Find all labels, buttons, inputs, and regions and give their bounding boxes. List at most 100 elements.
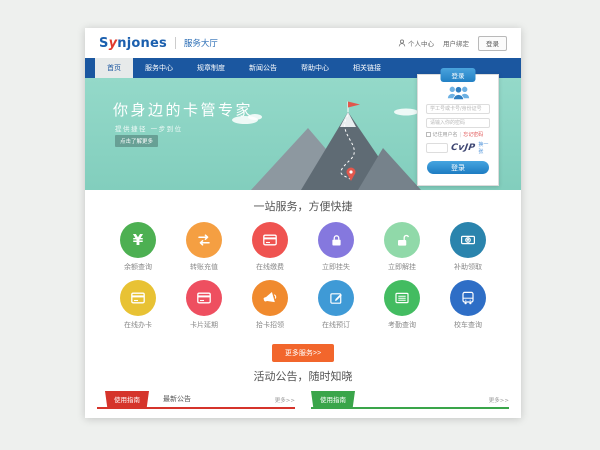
service-circle: [120, 280, 156, 316]
service-item-online-payment[interactable]: 在线缴费: [237, 222, 303, 280]
list-icon: [394, 290, 410, 306]
header-login-button[interactable]: 登录: [478, 36, 507, 51]
service-circle: [450, 280, 486, 316]
nav-item-news[interactable]: 新闻公告: [237, 58, 289, 78]
service-label: 在线预订: [303, 320, 369, 330]
announcements-columns: 使用指南 最新公告 更多>> 使用指南 更多>>: [85, 392, 521, 409]
personal-center-link[interactable]: 个人中心: [398, 38, 434, 48]
site-header: Synjones 服务大厅 个人中心 用户绑定 登录: [85, 28, 521, 58]
service-item-online-booking[interactable]: 在线预订: [303, 280, 369, 338]
service-circle: ¥: [120, 222, 156, 258]
personal-center-label: 个人中心: [408, 38, 434, 48]
mountain-illustration: [223, 100, 423, 190]
service-grid: ¥ 余额查询 转账充值 在线缴费 立即挂失: [105, 222, 501, 338]
nav-item-links[interactable]: 相关链接: [341, 58, 393, 78]
site-label: 服务大厅: [175, 37, 218, 49]
service-label: 补助领取: [435, 262, 501, 272]
logo-accent: y: [109, 36, 118, 51]
service-label: 余额查询: [105, 262, 171, 272]
card-icon: [130, 290, 146, 306]
announcements-section: 活动公告，随时知晓 使用指南 最新公告 更多>> 使用指南 更多>>: [85, 362, 521, 409]
login-tab[interactable]: 登录: [441, 68, 476, 82]
service-circle: [318, 280, 354, 316]
captcha-input[interactable]: [426, 143, 448, 153]
nav-item-rules[interactable]: 规章制度: [185, 58, 237, 78]
hero-cta-button[interactable]: 点击了解更多: [115, 135, 158, 147]
banknote-icon: ¥: [460, 232, 476, 248]
service-item-cancel-loss[interactable]: 立即解挂: [369, 222, 435, 280]
service-circle: [186, 222, 222, 258]
user-bind-link[interactable]: 用户绑定: [443, 38, 469, 48]
service-label: 拾卡招领: [237, 320, 303, 330]
service-item-apply-card[interactable]: 在线办卡: [105, 280, 171, 338]
service-label: 在线缴费: [237, 262, 303, 272]
person-icon: [398, 39, 406, 47]
service-item-subsidy[interactable]: ¥ 补助领取: [435, 222, 501, 280]
right-more-link[interactable]: 更多>>: [489, 396, 509, 407]
captcha-image[interactable]: CvJP: [450, 143, 476, 153]
username-input[interactable]: [426, 104, 490, 114]
remember-row: 记住用户名 | 忘记密码: [426, 131, 490, 138]
card-icon: [262, 232, 278, 248]
service-label: 校车查询: [435, 320, 501, 330]
megaphone-icon: [262, 290, 278, 306]
service-item-lost-found[interactable]: 拾卡招领: [237, 280, 303, 338]
more-services-button[interactable]: 更多服务>>: [272, 344, 334, 362]
service-label: 考勤查询: [369, 320, 435, 330]
remember-label: 记住用户名: [433, 131, 458, 138]
service-label: 卡片延期: [171, 320, 237, 330]
service-circle: [252, 280, 288, 316]
remember-checkbox[interactable]: [426, 132, 431, 137]
left-more-link[interactable]: 更多>>: [275, 396, 295, 407]
captcha-row: CvJP 换一张: [426, 141, 490, 155]
announcements-left-column: 使用指南 最新公告 更多>>: [97, 392, 295, 409]
service-item-card-extension[interactable]: 卡片延期: [171, 280, 237, 338]
service-circle: ¥: [450, 222, 486, 258]
transfer-icon: [196, 232, 212, 248]
service-item-attendance[interactable]: 考勤查询: [369, 280, 435, 338]
password-input[interactable]: [426, 118, 490, 128]
yen-icon: ¥: [133, 233, 143, 248]
service-circle: [384, 222, 420, 258]
forgot-password-link[interactable]: 忘记密码: [463, 131, 483, 138]
service-label: 立即解挂: [369, 262, 435, 272]
tab-user-guide-left[interactable]: 使用指南: [105, 391, 149, 407]
nav-item-service-center[interactable]: 服务中心: [133, 58, 185, 78]
logo-text: S: [99, 36, 109, 51]
edit-icon: [329, 291, 344, 306]
nav-item-home[interactable]: 首页: [95, 58, 133, 78]
left-tab-bar: 使用指南 最新公告 更多>>: [97, 392, 295, 409]
divider: |: [460, 132, 462, 138]
service-item-transfer[interactable]: 转账充值: [171, 222, 237, 280]
service-label: 在线办卡: [105, 320, 171, 330]
service-label: 转账充值: [171, 262, 237, 272]
service-label: 立即挂失: [303, 262, 369, 272]
login-panel: 登录 记住用户名 | 忘记密码 CvJP 换一张 登录: [417, 74, 499, 186]
services-title: 一站服务，方便快捷: [85, 198, 521, 214]
header-links: 个人中心 用户绑定 登录: [398, 36, 507, 51]
bus-icon: [460, 290, 476, 306]
tab-user-guide-right[interactable]: 使用指南: [311, 391, 355, 407]
lock-icon: [329, 233, 344, 248]
logo-text-2: njones: [117, 36, 167, 51]
service-circle: [252, 222, 288, 258]
tab-latest-announcements[interactable]: 最新公告: [163, 394, 191, 407]
services-section: 一站服务，方便快捷 ¥ 余额查询 转账充值 在线缴费: [85, 190, 521, 362]
unlock-icon: [395, 233, 410, 248]
service-circle: [186, 280, 222, 316]
card-icon: [196, 290, 212, 306]
login-submit-button[interactable]: 登录: [427, 161, 489, 174]
nav-item-help-center[interactable]: 帮助中心: [289, 58, 341, 78]
service-item-balance[interactable]: ¥ 余额查询: [105, 222, 171, 280]
service-circle: [318, 222, 354, 258]
service-item-school-bus[interactable]: 校车查询: [435, 280, 501, 338]
service-item-report-loss[interactable]: 立即挂失: [303, 222, 369, 280]
service-circle: [384, 280, 420, 316]
announcements-title: 活动公告，随时知晓: [85, 368, 521, 384]
captcha-refresh-link[interactable]: 换一张: [478, 141, 490, 155]
right-tab-bar: 使用指南 更多>>: [311, 392, 509, 409]
hero-subtitle: 提供捷径 一步到位: [115, 123, 183, 133]
site-page: Synjones 服务大厅 个人中心 用户绑定 登录 首页 服务中心 规章制度 …: [85, 28, 521, 418]
announcements-right-column: 使用指南 更多>>: [311, 392, 509, 409]
synjones-logo[interactable]: Synjones: [99, 36, 167, 51]
